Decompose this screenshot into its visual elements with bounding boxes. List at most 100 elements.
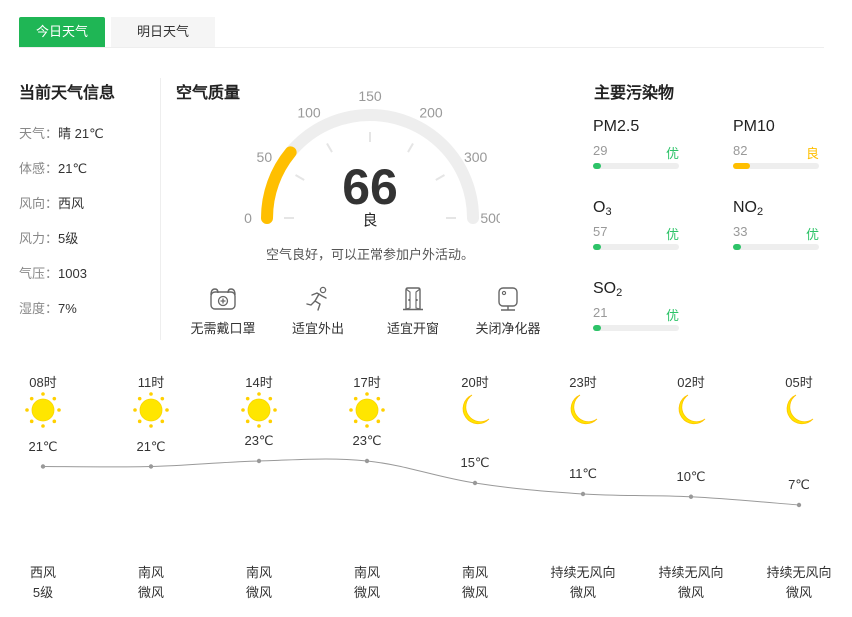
wind-direction: 持续无风向 <box>766 565 832 580</box>
pollutant-bar-fill <box>733 163 750 169</box>
hour-wind: 南风 微风 <box>317 563 417 603</box>
temperature-point <box>256 458 262 464</box>
hour-temperature: 11℃ <box>568 466 598 481</box>
advice-window-label: 适宜开窗 <box>386 321 439 336</box>
wind-direction: 持续无风向 <box>658 565 724 580</box>
advice-mask-label: 无需戴口罩 <box>190 321 256 336</box>
current-weather-row: 天气：晴 21℃ <box>19 124 104 159</box>
weather-value: 晴 21℃ <box>58 126 104 141</box>
gauge-tick-label: 50 <box>257 149 273 165</box>
wind-level: 微风 <box>785 585 812 600</box>
hour-time: 14时 <box>245 375 273 390</box>
wind-level: 微风 <box>461 585 488 600</box>
wind-direction: 西风 <box>29 565 56 580</box>
advice-mask: 无需戴口罩 <box>178 286 268 337</box>
hour-time: 08时 <box>29 375 57 390</box>
hour-temperature: 23℃ <box>244 433 274 448</box>
sun-icon <box>131 392 171 428</box>
hour-time: 20时 <box>461 375 489 390</box>
air-purifier-icon <box>498 287 518 311</box>
hour-wind: 南风 微风 <box>425 563 525 603</box>
pollutants-title: 主要污染物 <box>594 85 675 102</box>
gauge-tick <box>295 174 305 181</box>
pressure-value: 1003 <box>58 266 87 281</box>
moon-icon <box>455 392 495 428</box>
gauge-tick-label: 100 <box>297 104 321 120</box>
hour-time: 02时 <box>677 375 705 390</box>
pollutant-name: NO2 <box>733 199 764 218</box>
pollutant-name: SO2 <box>593 280 623 299</box>
pollutant-bar <box>733 244 819 250</box>
mask-icon <box>210 288 236 310</box>
pollutant-value: 82 <box>733 143 748 158</box>
aqi-value: 66 <box>342 159 398 215</box>
hour-temperature: 21℃ <box>28 438 58 454</box>
tab-tomorrow[interactable]: 明日天气 <box>111 17 215 47</box>
gauge-tick <box>326 143 333 153</box>
temperature-point <box>148 464 154 469</box>
wind-direction: 南风 <box>353 565 380 580</box>
wind-level: 微风 <box>137 585 164 600</box>
weather-label: 天气： <box>19 126 59 141</box>
temperature-point <box>688 494 694 499</box>
aqi-level: 良 <box>362 212 378 229</box>
humidity-label: 湿度： <box>19 301 59 316</box>
window-icon <box>403 287 423 311</box>
pollutant-pm25: PM2.5 29 优 <box>593 115 679 169</box>
advice-outdoor-label: 适宜外出 <box>291 321 344 336</box>
sun-icon <box>239 392 279 428</box>
hour-wind: 持续无风向 微风 <box>533 563 633 603</box>
pollutant-level: 优 <box>665 227 679 242</box>
gauge-tick <box>435 174 445 181</box>
wind-direction-value: 西风 <box>58 196 85 211</box>
current-weather-row: 体感：21℃ <box>19 159 104 194</box>
current-weather-list: 天气：晴 21℃ 体感：21℃ 风向：西风 风力：5级 气压：1003 湿度：7… <box>19 124 104 334</box>
advice-window: 适宜开窗 <box>368 286 458 337</box>
moon-icon <box>671 392 711 428</box>
temperature-point <box>40 464 46 469</box>
hour-temperature: 7℃ <box>788 477 810 492</box>
temperature-point <box>796 502 802 508</box>
pollutant-level: 良 <box>805 146 819 161</box>
pollutant-so2: SO2 21 优 <box>593 277 679 331</box>
pollutant-bar-fill <box>593 163 601 169</box>
hour-wind: 西风 5级 <box>0 563 93 603</box>
hour-time: 11时 <box>137 375 165 390</box>
temperature-point <box>472 480 478 486</box>
section-divider <box>160 78 161 340</box>
feels-like-label: 体感： <box>19 161 59 176</box>
pollutant-value: 21 <box>593 305 608 320</box>
pollutant-pm10: PM10 82 良 <box>733 115 819 169</box>
aqi-gauge: 0 50 100 150 200 300 500 66 良 <box>240 90 500 240</box>
wind-level: 微风 <box>245 585 272 600</box>
current-weather-title: 当前天气信息 <box>19 85 116 102</box>
tab-bar: 今日天气 明日天气 <box>19 17 824 48</box>
pollutant-bar-fill <box>733 244 741 250</box>
pollutant-value: 29 <box>593 143 608 158</box>
current-weather-row: 湿度：7% <box>19 299 104 334</box>
pollutant-bar <box>593 163 679 169</box>
pressure-label: 气压： <box>19 266 59 281</box>
pollutant-bar <box>733 163 819 169</box>
pollutant-value: 57 <box>593 224 608 239</box>
wind-direction-label: 风向： <box>19 196 59 211</box>
pollutant-value: 33 <box>733 224 748 239</box>
hour-time: 23时 <box>569 375 597 390</box>
gauge-tick-label: 300 <box>464 149 488 165</box>
hour-time: 17时 <box>353 375 381 390</box>
advice-purifier-label: 关闭净化器 <box>475 321 541 336</box>
pollutant-name: O3 <box>593 199 612 218</box>
advice-outdoor: 适宜外出 <box>273 286 363 337</box>
wind-direction: 南风 <box>461 565 488 580</box>
pollutant-name: PM2.5 <box>593 118 640 135</box>
wind-level: 5级 <box>32 585 54 600</box>
pollutant-bar-fill <box>593 325 601 331</box>
temperature-point <box>364 458 370 464</box>
tab-today[interactable]: 今日天气 <box>19 17 105 47</box>
hour-temperature: 21℃ <box>136 438 166 454</box>
hour-temperature: 23℃ <box>352 433 382 448</box>
wind-level: 微风 <box>677 585 704 600</box>
hour-temperature: 15℃ <box>460 455 490 470</box>
pollutant-level: 优 <box>665 146 679 161</box>
gauge-tick-label: 0 <box>244 210 252 226</box>
